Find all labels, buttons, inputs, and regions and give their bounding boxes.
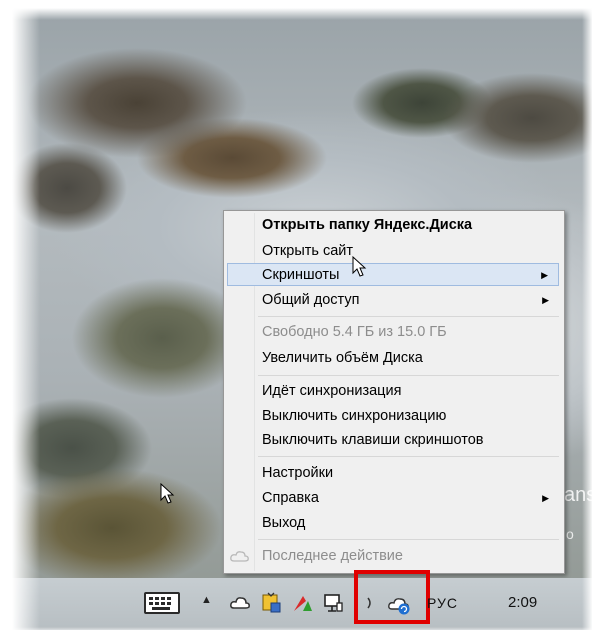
yandex-disk-context-menu: Открыть папку Яндекс.Диска Открыть сайт … bbox=[223, 210, 565, 574]
menu-item-sync-status[interactable]: Идёт синхронизация bbox=[227, 380, 559, 403]
menu-item-last-action: Последнее действие bbox=[227, 545, 559, 568]
menu-item-label: Справка bbox=[262, 490, 319, 506]
menu-item-open-folder[interactable]: Открыть папку Яндекс.Диска bbox=[227, 214, 559, 237]
touch-keyboard-icon[interactable] bbox=[144, 592, 180, 614]
menu-separator bbox=[258, 456, 559, 457]
menu-item-label: Последнее действие bbox=[262, 548, 403, 564]
language-indicator[interactable]: РУС bbox=[427, 595, 458, 611]
cloud-icon bbox=[230, 551, 249, 562]
menu-item-sharing[interactable]: Общий доступ ▶ bbox=[227, 289, 559, 312]
menu-item-label: Идёт синхронизация bbox=[262, 383, 402, 399]
antivirus-icon[interactable] bbox=[292, 592, 314, 614]
menu-item-label: Выход bbox=[262, 515, 306, 531]
menu-item-disable-sync[interactable]: Выключить синхронизацию bbox=[227, 405, 559, 428]
menu-item-label: Выключить клавиши скриншотов bbox=[262, 432, 484, 448]
menu-item-help[interactable]: Справка ▶ bbox=[227, 487, 559, 510]
menu-item-open-site[interactable]: Открыть сайт bbox=[227, 240, 559, 263]
menu-item-disable-screenshot-keys[interactable]: Выключить клавиши скриншотов bbox=[227, 429, 559, 452]
onedrive-cloud-icon[interactable] bbox=[229, 592, 251, 614]
submenu-arrow-icon: ▶ bbox=[542, 295, 549, 305]
menu-item-settings[interactable]: Настройки bbox=[227, 462, 559, 485]
desktop-cursor-icon bbox=[160, 483, 175, 504]
menu-item-exit[interactable]: Выход bbox=[227, 512, 559, 535]
menu-item-label: Свободно 5.4 ГБ из 15.0 ГБ bbox=[262, 324, 447, 340]
torn-edge-bottom bbox=[0, 627, 600, 637]
background-window-text-2: o bbox=[566, 526, 574, 542]
torn-edge-left bbox=[0, 0, 40, 637]
menu-separator bbox=[258, 539, 559, 540]
menu-item-increase-space[interactable]: Увеличить объём Диска bbox=[227, 347, 559, 370]
network-icon[interactable] bbox=[322, 592, 344, 614]
menu-item-label: Увеличить объём Диска bbox=[262, 350, 423, 366]
menu-item-label: Открыть сайт bbox=[262, 243, 354, 259]
highlight-annotation-box bbox=[354, 570, 430, 624]
menu-separator bbox=[258, 316, 559, 317]
show-hidden-icons-button[interactable]: ▲ bbox=[201, 594, 212, 606]
submenu-arrow-icon: ▶ bbox=[542, 493, 549, 503]
updates-shield-icon[interactable] bbox=[260, 592, 282, 614]
menu-item-label: Настройки bbox=[262, 465, 334, 481]
torn-edge-top bbox=[0, 0, 600, 20]
submenu-arrow-icon: ▶ bbox=[541, 270, 548, 280]
menu-item-label: Скриншоты bbox=[262, 267, 340, 283]
menu-item-label: Общий доступ bbox=[262, 292, 360, 308]
menu-separator bbox=[258, 375, 559, 376]
taskbar-clock[interactable]: 2:09 bbox=[508, 594, 537, 611]
menu-item-label: Выключить синхронизацию bbox=[262, 408, 447, 424]
menu-item-screenshots[interactable]: Скриншоты ▶ bbox=[227, 263, 559, 286]
menu-item-free-space: Свободно 5.4 ГБ из 15.0 ГБ bbox=[227, 321, 559, 344]
menu-item-label: Открыть папку Яндекс.Диска bbox=[262, 217, 473, 233]
mouse-cursor-icon bbox=[352, 256, 367, 277]
torn-edge-right bbox=[582, 0, 600, 637]
